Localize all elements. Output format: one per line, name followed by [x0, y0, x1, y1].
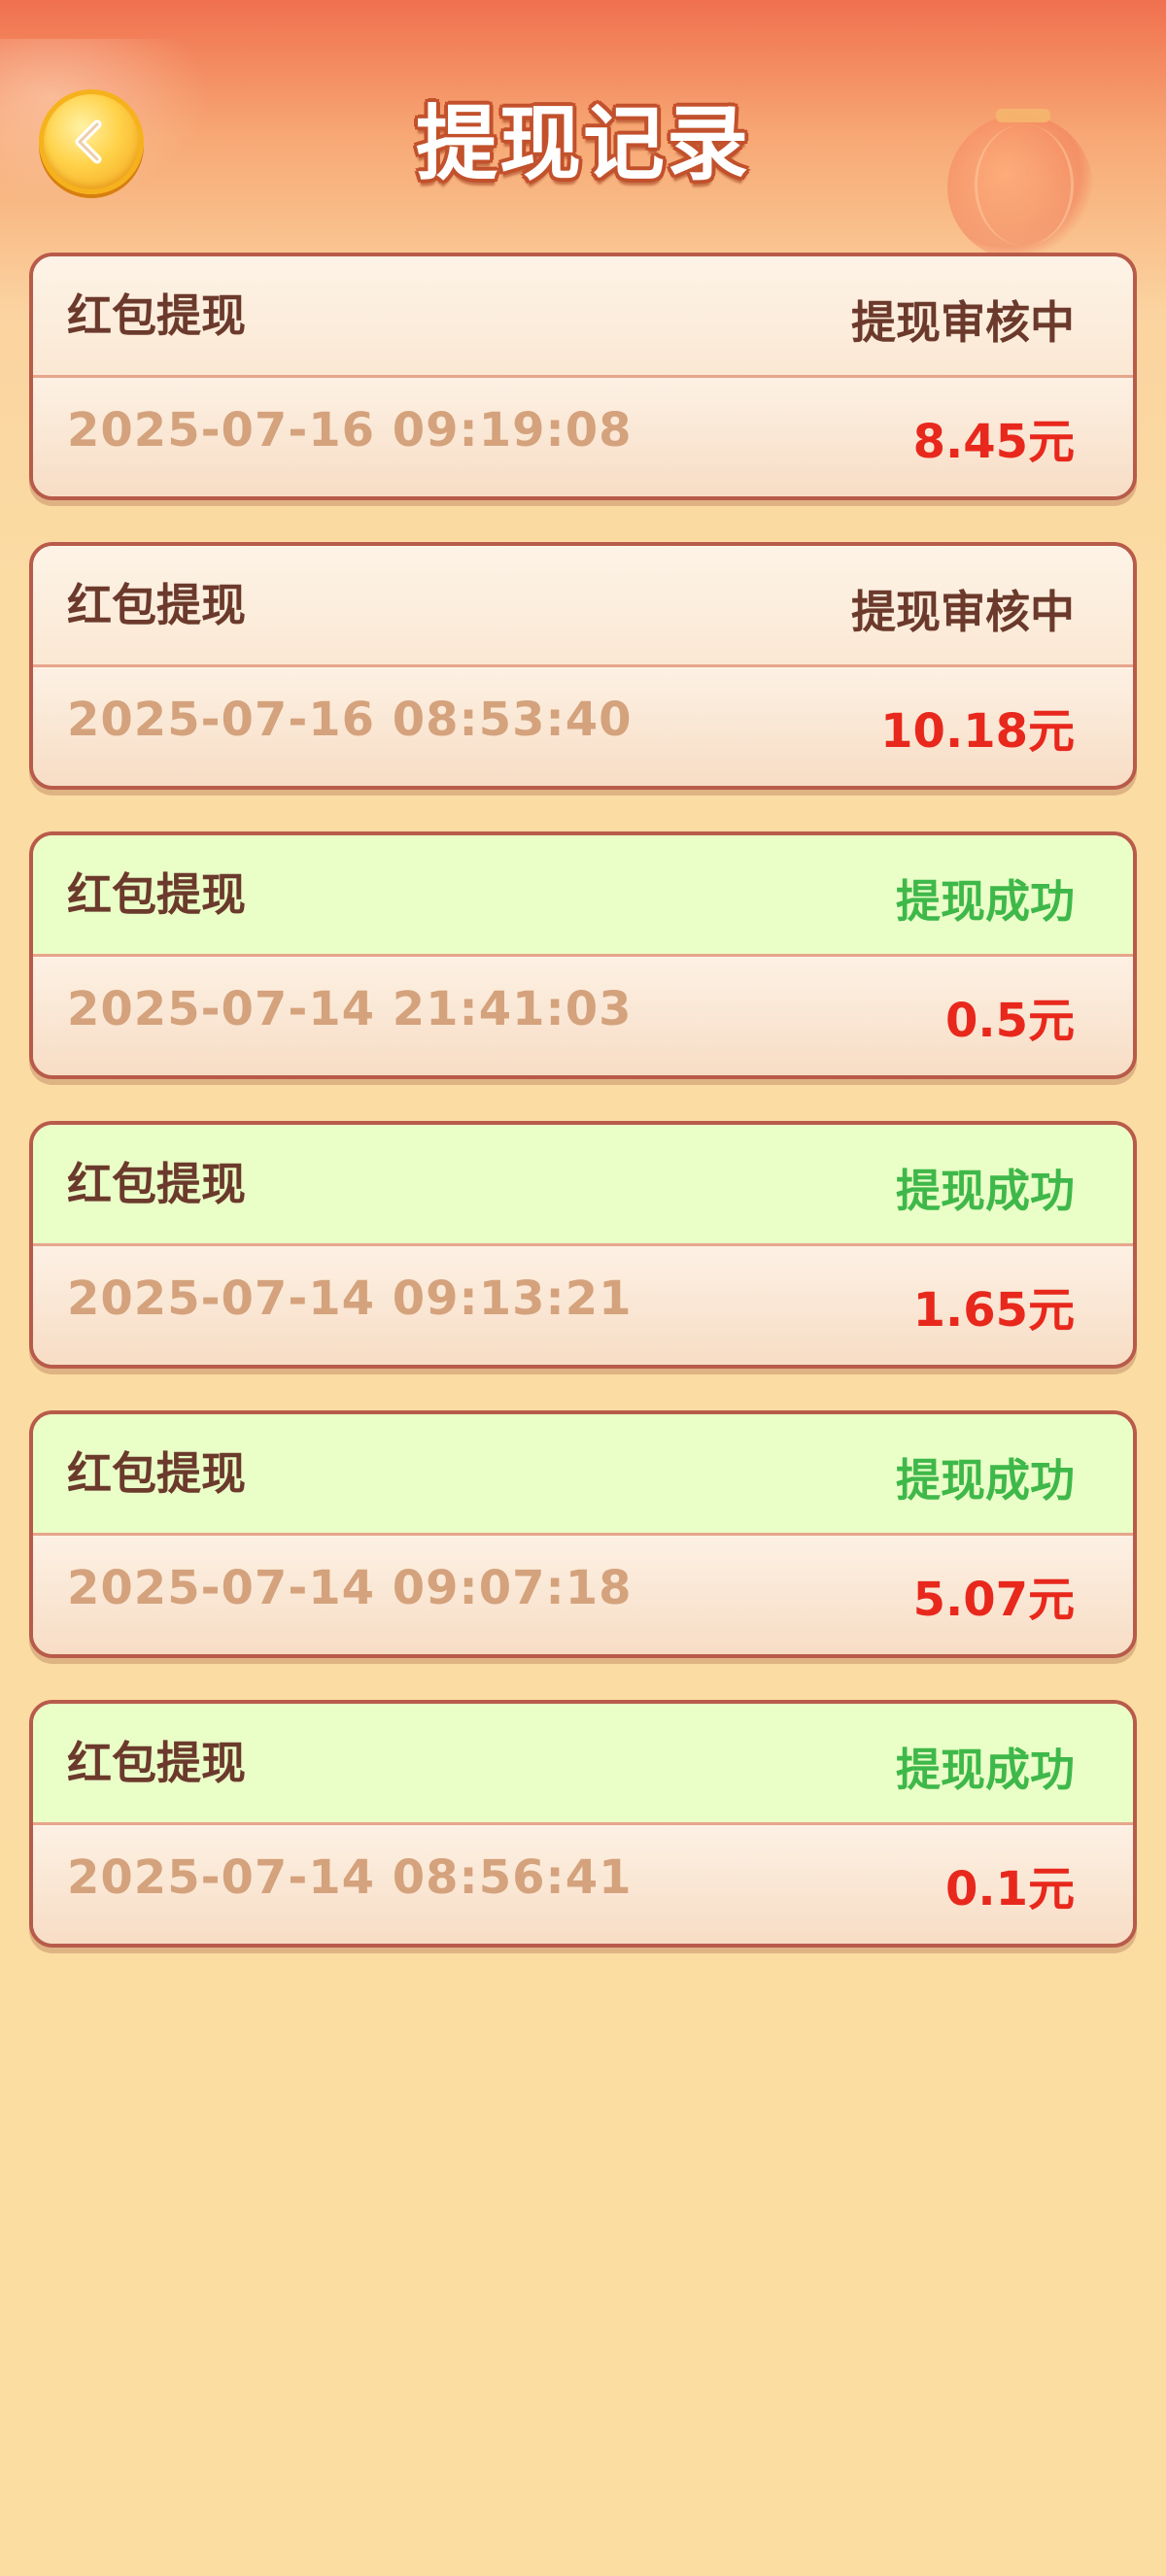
record-amount: 5.07元	[912, 1573, 1075, 1627]
record-status: 提现审核中	[851, 586, 1075, 638]
record-status: 提现成功	[896, 1454, 1075, 1507]
record-header: 红包提现 提现成功	[33, 835, 1133, 957]
record-header: 红包提现 提现审核中	[33, 256, 1133, 378]
record-type: 红包提现	[67, 1447, 246, 1500]
record-time: 2025-07-14 21:41:03	[67, 982, 633, 1036]
record-time: 2025-07-16 09:19:08	[67, 403, 633, 458]
record-card[interactable]: 红包提现 提现审核中 2025-07-16 09:19:08 8.45元	[29, 253, 1137, 500]
page-title: 提现记录	[415, 96, 750, 191]
record-list: 红包提现 提现审核中 2025-07-16 09:19:08 8.45元 红包提现 提现审…	[29, 253, 1137, 1989]
record-header: 红包提现 提现成功	[33, 1414, 1133, 1536]
record-header: 红包提现 提现审核中	[33, 546, 1133, 667]
record-header: 红包提现 提现成功	[33, 1125, 1133, 1246]
record-details: 2025-07-16 09:19:08 8.45元	[33, 378, 1133, 496]
record-details: 2025-07-14 08:56:41 0.1元	[33, 1825, 1133, 1944]
record-details: 2025-07-14 09:13:21 1.65元	[33, 1246, 1133, 1365]
record-card[interactable]: 红包提现 提现成功 2025-07-14 09:07:18 5.07元	[29, 1410, 1137, 1658]
record-details: 2025-07-16 08:53:40 10.18元	[33, 667, 1133, 786]
record-time: 2025-07-14 09:07:18	[67, 1561, 633, 1615]
record-header: 红包提现 提现成功	[33, 1704, 1133, 1825]
record-type: 红包提现	[67, 868, 246, 921]
record-type: 红包提现	[67, 289, 246, 342]
header: 提现记录	[0, 0, 1166, 260]
record-card[interactable]: 红包提现 提现成功 2025-07-14 09:13:21 1.65元	[29, 1121, 1137, 1369]
record-amount: 8.45元	[912, 415, 1075, 469]
record-status: 提现成功	[896, 875, 1075, 928]
record-type: 红包提现	[67, 579, 246, 631]
record-amount: 1.65元	[912, 1283, 1075, 1338]
record-amount: 0.1元	[944, 1862, 1075, 1916]
record-details: 2025-07-14 21:41:03 0.5元	[33, 957, 1133, 1075]
record-time: 2025-07-14 08:56:41	[67, 1850, 633, 1905]
record-status: 提现成功	[896, 1744, 1075, 1796]
record-details: 2025-07-14 09:07:18 5.07元	[33, 1536, 1133, 1654]
record-time: 2025-07-16 08:53:40	[67, 693, 633, 747]
record-amount: 10.18元	[880, 704, 1075, 759]
record-status: 提现成功	[896, 1165, 1075, 1217]
record-time: 2025-07-14 09:13:21	[67, 1271, 633, 1326]
record-card[interactable]: 红包提现 提现成功 2025-07-14 08:56:41 0.1元	[29, 1700, 1137, 1948]
record-card[interactable]: 红包提现 提现成功 2025-07-14 21:41:03 0.5元	[29, 831, 1137, 1079]
record-type: 红包提现	[67, 1737, 246, 1789]
record-status: 提现审核中	[851, 296, 1075, 349]
record-amount: 0.5元	[944, 994, 1075, 1048]
record-card[interactable]: 红包提现 提现审核中 2025-07-16 08:53:40 10.18元	[29, 542, 1137, 790]
record-type: 红包提现	[67, 1158, 246, 1210]
